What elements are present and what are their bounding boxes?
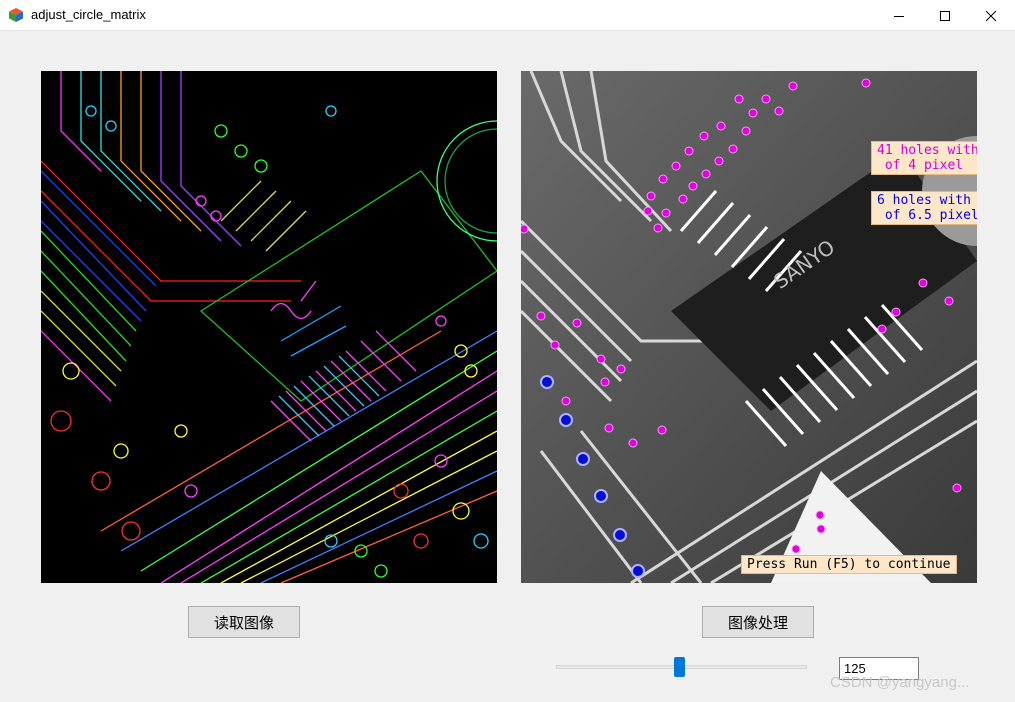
edge-detection-image [41,71,497,583]
title-bar: adjust_circle_matrix [0,0,1015,31]
main-window: adjust_circle_matrix SANYO 41 holes with… [0,0,1015,702]
minimize-button[interactable] [876,0,922,31]
result-image-panel: SANYO 41 holes with of 4 pixel 6 holes w… [521,71,977,583]
continue-message: Press Run (F5) to continue [741,555,957,574]
close-button[interactable] [968,0,1014,31]
minimize-icon [894,15,904,17]
edge-image-panel [41,71,497,583]
read-image-button[interactable]: 读取图像 [188,606,300,638]
process-image-button[interactable]: 图像处理 [702,606,814,638]
app-cube-icon [8,7,24,23]
blue-holes-label: 6 holes with of 6.5 pixel [871,191,977,225]
window-title: adjust_circle_matrix [31,7,146,22]
magenta-holes-label: 41 holes with of 4 pixel [871,141,977,175]
threshold-slider-thumb[interactable] [674,657,685,677]
close-icon [986,10,996,21]
maximize-button[interactable] [922,0,968,31]
maximize-icon [940,10,950,21]
watermark: CSDN @yangyang... [830,674,970,691]
